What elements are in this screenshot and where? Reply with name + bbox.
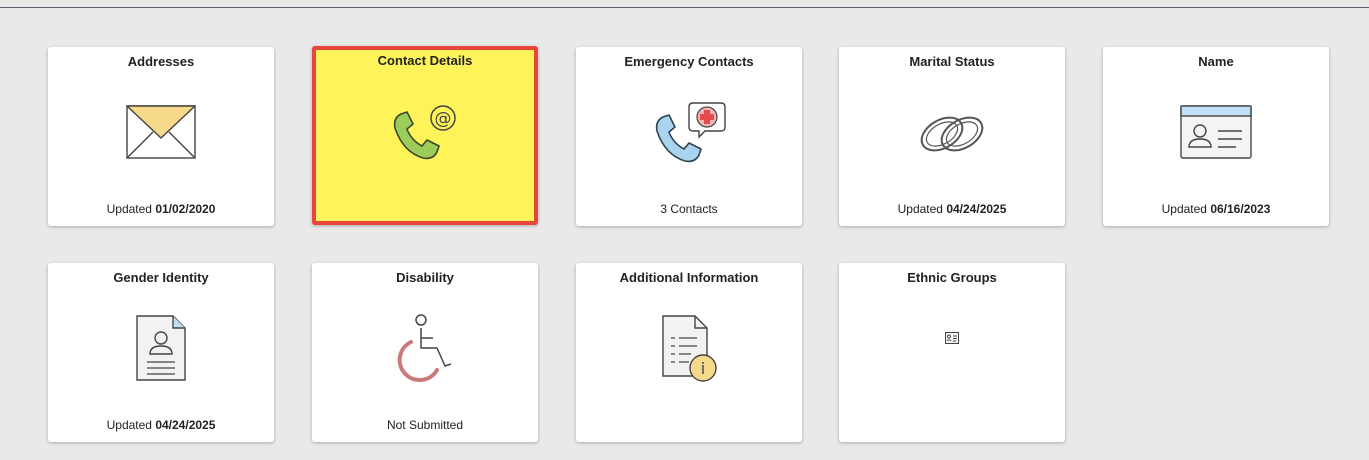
tile-contact-details[interactable]: Contact Details @ [312, 46, 538, 225]
tile-title: Emergency Contacts [624, 54, 754, 69]
tile-title: Addresses [127, 54, 195, 69]
tile-footer: Not Submitted [386, 418, 464, 432]
person-document-icon [48, 313, 274, 383]
phone-at-icon: @ [316, 96, 534, 166]
tile-footer: Updated 04/24/2025 [897, 202, 1007, 216]
tile-disability[interactable]: Disability Not Submitted [312, 263, 538, 442]
rings-icon [839, 97, 1065, 167]
wheelchair-icon [312, 313, 538, 383]
svg-text:i: i [701, 359, 705, 378]
tile-footer: Updated 04/24/2025 [106, 418, 216, 432]
tile-name[interactable]: Name Updated 06/16/2023 [1103, 47, 1329, 226]
tile-title: Contact Details [377, 53, 473, 68]
tile-title: Gender Identity [113, 270, 209, 285]
tile-addresses[interactable]: Addresses Updated 01/02/2020 [48, 47, 274, 226]
tile-additional-information[interactable]: Additional Information i [576, 263, 802, 442]
tile-footer: 3 Contacts [660, 202, 718, 216]
envelope-icon [48, 97, 274, 167]
tile-footer: Updated 01/02/2020 [106, 202, 216, 216]
tile-ethnic-groups[interactable]: Ethnic Groups [839, 263, 1065, 442]
header-divider [0, 7, 1369, 8]
tile-title: Marital Status [909, 54, 995, 69]
tile-marital-status[interactable]: Marital Status Updated 04/24/2025 [839, 47, 1065, 226]
tile-title: Ethnic Groups [907, 270, 997, 285]
svg-text:@: @ [435, 109, 452, 129]
tile-title: Additional Information [619, 270, 759, 285]
tile-emergency-contacts[interactable]: Emergency Contacts 3 Contacts [576, 47, 802, 226]
tile-title: Name [1198, 54, 1234, 69]
id-card-icon [1103, 97, 1329, 167]
tile-footer: Updated 06/16/2023 [1161, 202, 1271, 216]
small-id-card-icon [839, 303, 1065, 373]
phone-medical-icon [576, 97, 802, 167]
tile-title: Disability [396, 270, 454, 285]
document-info-icon: i [576, 313, 802, 383]
tile-gender-identity[interactable]: Gender Identity Updated 04/24/2025 [48, 263, 274, 442]
